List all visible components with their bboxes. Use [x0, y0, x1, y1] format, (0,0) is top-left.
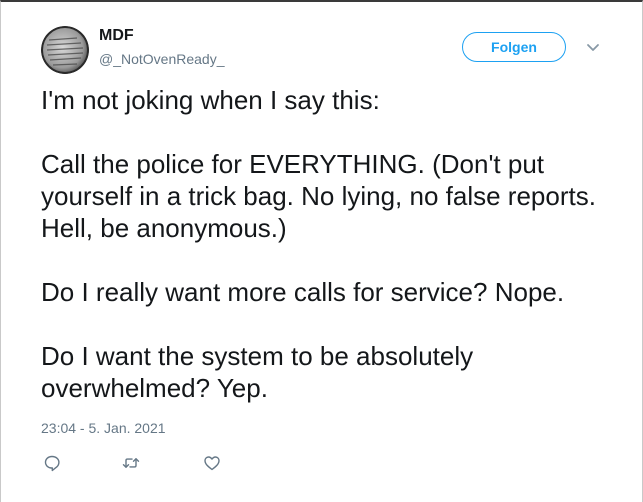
tweet-card: MDF @_NotOvenReady_ Folgen I'm not jokin… — [0, 0, 643, 502]
avatar[interactable] — [41, 26, 89, 74]
author-name[interactable]: MDF — [99, 27, 134, 45]
tweet-paragraph: I'm not joking when I say this: — [41, 85, 380, 115]
retweet-icon[interactable] — [122, 454, 140, 472]
reply-icon[interactable] — [43, 454, 61, 472]
avatar-image — [41, 26, 89, 74]
heart-icon[interactable] — [203, 454, 221, 472]
tweet-paragraph: Do I want the system to be absolutely ov… — [41, 341, 481, 403]
follow-button[interactable]: Folgen — [462, 32, 566, 62]
author-handle[interactable]: @_NotOvenReady_ — [99, 51, 225, 67]
tweet-paragraph: Do I really want more calls for service?… — [41, 277, 565, 307]
tweet-text: I'm not joking when I say this: Call the… — [41, 84, 631, 436]
tweet-paragraph: Call the police for EVERYTHING. (Don't p… — [41, 149, 604, 243]
chevron-down-icon[interactable] — [585, 40, 601, 56]
tweet-timestamp[interactable]: 23:04 - 5. Jan. 2021 — [41, 420, 166, 436]
